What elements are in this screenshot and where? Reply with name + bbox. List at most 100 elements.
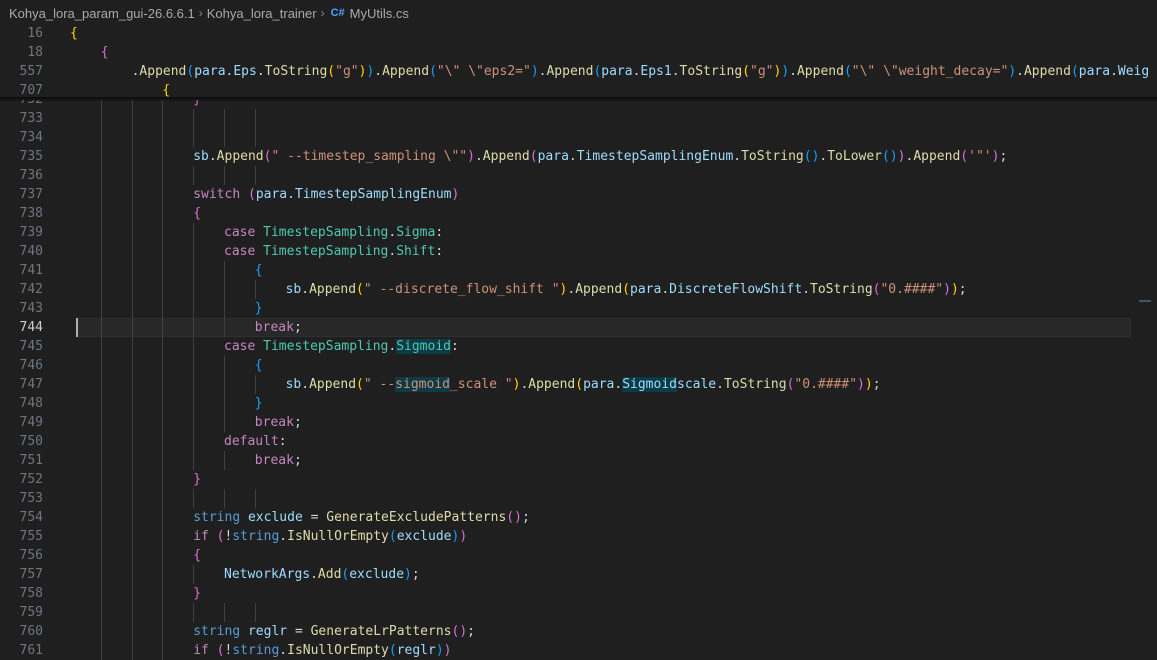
code-line[interactable]: 745 case TimestepSampling.Sigmoid: — [0, 337, 1157, 356]
code-token: ; — [293, 453, 302, 468]
code-line[interactable]: 747 sb.Append(" --sigmoid_scale ").Append… — [0, 375, 1157, 394]
code-token: "g" — [750, 64, 774, 79]
code-line[interactable]: 749 break; — [0, 413, 1157, 432]
code-token: . — [1110, 64, 1118, 79]
line-number: 750 — [19, 434, 43, 449]
code-token: TimestepSamplingEnum — [294, 187, 452, 202]
line-number: 734 — [19, 130, 43, 145]
code-line[interactable]: 735 sb.Append(" --timestep_sampling \"").… — [0, 147, 1157, 166]
code-token: ( — [216, 643, 225, 658]
code-line[interactable]: 758} — [0, 584, 1157, 603]
code-line[interactable]: 736 — [0, 166, 1157, 185]
breadcrumb-project[interactable]: Kohya_lora_param_gui-26.6.6.1 — [9, 6, 195, 21]
code-token: '"' — [968, 149, 992, 164]
code-token: ; — [293, 320, 302, 335]
code-token: Append — [796, 64, 844, 79]
code-token: ) — [1008, 64, 1017, 79]
line-number: 752 — [19, 472, 43, 487]
code-line[interactable]: 733 — [0, 109, 1157, 128]
code-token: ( — [882, 149, 890, 164]
code-token: Add — [317, 567, 342, 582]
code-token: "g" — [335, 64, 359, 79]
code-token: ; — [872, 377, 881, 392]
code-token: ) — [435, 643, 444, 658]
code-token: . — [374, 64, 383, 79]
code-line[interactable]: 738 { — [0, 204, 1157, 223]
code-line[interactable]: 759 — [0, 603, 1157, 622]
code-token: . — [301, 282, 310, 297]
sticky-line[interactable]: 16 { — [0, 24, 1157, 43]
code-token: ) — [950, 282, 959, 297]
code-line[interactable]: 760 string reglr = GenerateLrPatterns(); — [0, 622, 1157, 641]
code-line[interactable]: 750 default: — [0, 432, 1157, 451]
code-token: . — [661, 282, 670, 297]
code-token: Sigma — [396, 225, 436, 240]
code-line[interactable]: 753 — [0, 489, 1157, 508]
code-token: " -- — [363, 377, 396, 392]
code-token: ( — [216, 529, 225, 544]
breadcrumb-folder[interactable]: Kohya_lora_trainer — [207, 6, 317, 21]
code-line[interactable]: 744 break; — [0, 318, 1157, 337]
code-token: Shift — [396, 244, 436, 259]
line-code: string exclude = GenerateExcludePatterns… — [193, 508, 530, 527]
code-token: ( — [575, 377, 584, 392]
code-line[interactable]: 737 switch (para.TimestepSamplingEnum) — [0, 185, 1157, 204]
code-token: "\" \"eps2=" — [436, 64, 531, 79]
code-token: : — [435, 244, 444, 259]
breadcrumb-file[interactable]: MyUtils.cs — [350, 6, 409, 21]
code-line[interactable]: 757 NetworkArgs.Add(exclude); — [0, 565, 1157, 584]
code-token: . — [310, 567, 318, 582]
code-line[interactable]: 743} — [0, 299, 1157, 318]
code-line[interactable]: 751 break; — [0, 451, 1157, 470]
code-token: GenerateExcludePatterns — [326, 510, 507, 525]
code-token: " --timestep_sampling \"" — [271, 149, 468, 164]
code-token: para — [1078, 64, 1111, 79]
code-token: if — [193, 529, 209, 544]
code-token: para — [255, 187, 288, 202]
line-number: 749 — [19, 415, 43, 430]
line-code: } — [255, 299, 263, 318]
code-token: } — [254, 301, 263, 316]
line-code: { — [193, 204, 201, 223]
code-line[interactable]: 761 if (!string.IsNullOrEmpty(reglr)) — [0, 641, 1157, 660]
scrollbar-marker[interactable] — [1139, 300, 1151, 302]
code-token: Append — [216, 149, 264, 164]
code-line[interactable]: 746 { — [0, 356, 1157, 375]
code-line[interactable]: 756 { — [0, 546, 1157, 565]
code-token: . — [208, 149, 217, 164]
code-token: ToString — [741, 149, 804, 164]
code-line[interactable]: 740 case TimestepSampling.Shift: — [0, 242, 1157, 261]
code-token: string — [232, 529, 280, 544]
code-line[interactable]: 752} — [0, 470, 1157, 489]
code-token: ; — [999, 149, 1008, 164]
code-token: . — [802, 282, 811, 297]
line-code: switch (para.TimestepSamplingEnum) — [193, 185, 459, 204]
code-token: : — [451, 339, 459, 354]
code-token: string — [232, 643, 280, 658]
code-token: . — [474, 149, 483, 164]
code-token: { — [254, 358, 263, 373]
code-line[interactable]: 754 string exclude = GenerateExcludePatte… — [0, 508, 1157, 527]
line-number: 16 — [27, 26, 43, 41]
code-token: } — [193, 586, 202, 601]
code-line[interactable]: 734 — [0, 128, 1157, 147]
code-token: string — [193, 510, 241, 525]
sticky-line[interactable]: 18 { — [0, 43, 1157, 62]
code-token: string — [193, 624, 241, 639]
code-token: default — [224, 434, 279, 449]
code-line[interactable]: 739 case TimestepSampling.Sigma: — [0, 223, 1157, 242]
code-token: ( — [429, 64, 437, 79]
code-line[interactable]: 755 if (!string.IsNullOrEmpty(exclude)) — [0, 527, 1157, 546]
code-token: sb — [285, 377, 302, 392]
line-number: 736 — [19, 168, 43, 183]
code-token: ToString — [810, 282, 873, 297]
code-line[interactable]: 748} — [0, 394, 1157, 413]
code-token: GenerateLrPatterns — [310, 624, 452, 639]
sticky-line[interactable]: 557 .Append(para.Eps.ToString("g")).Appen… — [0, 62, 1157, 81]
code-line[interactable]: 742 sb.Append(" --discrete_flow_shift ").… — [0, 280, 1157, 299]
code-token: ( — [529, 149, 538, 164]
code-line[interactable]: 741 { — [0, 261, 1157, 280]
